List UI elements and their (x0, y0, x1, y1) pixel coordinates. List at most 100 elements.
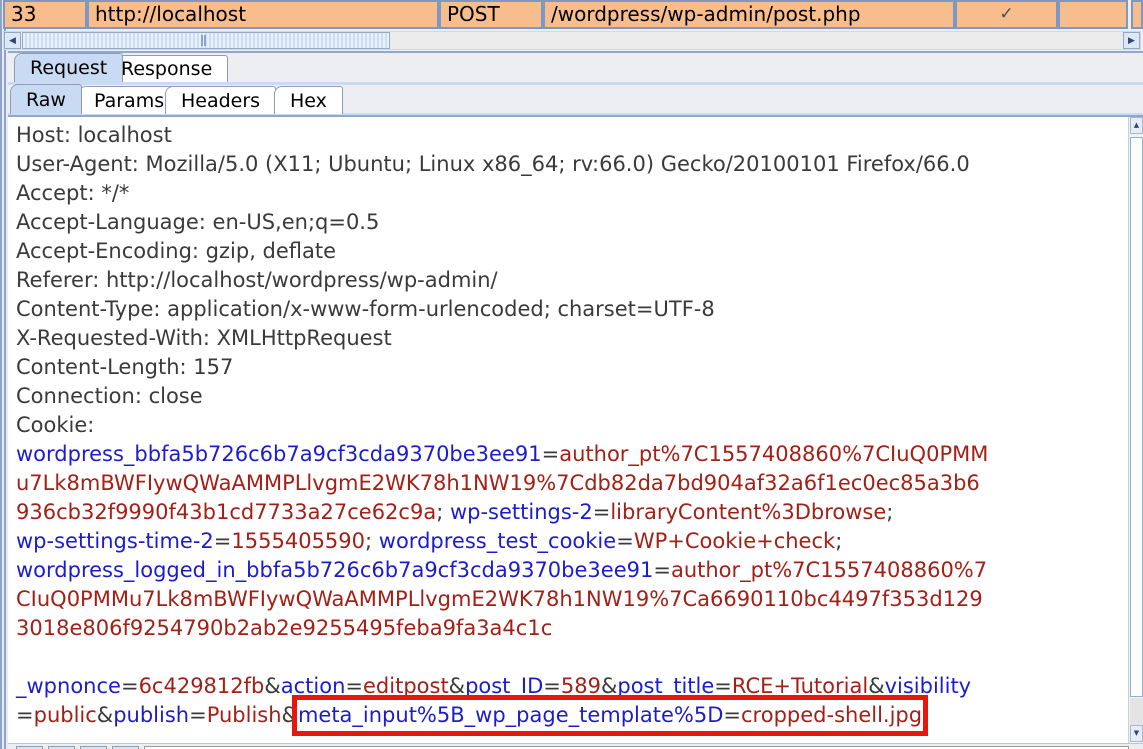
param-name: wp-settings-time-2 (16, 529, 214, 553)
plain-text: ; (835, 529, 842, 553)
window-left-edge (0, 0, 8, 749)
param-value: author_pt%7C1557408860%7 (671, 558, 987, 582)
plain-text: Accept-Encoding: gzip, deflate (16, 239, 336, 263)
plain-text: Connection: close (16, 384, 203, 408)
param-name: wordpress_test_cookie (379, 529, 616, 553)
horizontal-scrollbar[interactable]: ◀ ▶ (3, 31, 1141, 50)
plain-text: & (97, 703, 113, 727)
request-line: X-Requested-With: XMLHttpRequest (16, 324, 1128, 353)
plain-text: = (593, 500, 611, 524)
plain-text: & (282, 703, 298, 727)
tab-raw[interactable]: Raw (10, 84, 82, 114)
param-name: post_title (617, 674, 714, 698)
request-line: wordpress_logged_in_bbfa5b726c6b7a9cf3cd… (16, 556, 1128, 585)
vertical-scrollbar[interactable]: ▲ ▼ (1128, 117, 1143, 743)
horizontal-scrollbar-thumb[interactable] (22, 32, 390, 49)
tab-content-border (8, 82, 1143, 85)
scroll-right-button[interactable]: ▶ (1123, 32, 1140, 49)
param-name: _wpnonce (16, 674, 121, 698)
plain-text: & (601, 674, 617, 698)
param-value: 6c429812fb (139, 674, 265, 698)
panel-divider (0, 51, 1143, 53)
tab-hex[interactable]: Hex (274, 86, 343, 114)
plain-text: & (449, 674, 465, 698)
request-line: Connection: close (16, 382, 1128, 411)
url-cell[interactable]: /wordpress/wp-admin/post.php (543, 0, 955, 29)
scroll-up-button[interactable]: ▲ (1130, 117, 1143, 134)
editor-search-bar (8, 743, 1143, 749)
request-line: Accept: */* (16, 179, 1128, 208)
tab-headers[interactable]: Headers (165, 86, 276, 114)
param-value: libraryContent%3Dbrowse (610, 500, 886, 524)
vertical-scrollbar-thumb[interactable] (1130, 137, 1143, 697)
plain-text: = (16, 703, 34, 727)
param-value: author_pt%7C1557408860%7CIuQ0PMM (559, 442, 988, 466)
editor-top-border (8, 115, 1143, 117)
plain-text: = (714, 674, 732, 698)
request-line: Host: localhost (16, 121, 1128, 150)
request-line: _wpnonce=6c429812fb&action=editpost&post… (16, 672, 1128, 701)
plain-text: ; (365, 529, 379, 553)
param-name: action (281, 674, 346, 698)
param-name: publish (113, 703, 189, 727)
request-line: wp-settings-time-2=1555405590; wordpress… (16, 527, 1128, 556)
plain-text: = (653, 558, 671, 582)
request-editor[interactable]: Host: localhost User-Agent: Mozilla/5.0 (… (8, 117, 1128, 743)
plain-text: = (542, 442, 560, 466)
plain-text: & (264, 674, 280, 698)
plain-text: = (616, 529, 634, 553)
param-name: wp-settings-2 (450, 500, 593, 524)
plain-text: Content-Type: application/x-www-form-url… (16, 297, 715, 321)
trailing-cell (1131, 0, 1143, 29)
http-history-row[interactable]: 33 http://localhost POST /wordpress/wp-a… (3, 0, 1143, 29)
plain-text: Host: localhost (16, 123, 172, 147)
request-line (16, 643, 1128, 672)
request-line: u7Lk8mBWFIywQWaAMMPLlvgmE2WK78h1NW19%7Cd… (16, 469, 1128, 498)
status-check-cell[interactable]: ✓ (955, 0, 1058, 29)
scrollbar-grip-icon (201, 35, 206, 46)
plain-text: ; (886, 500, 893, 524)
param-value: u7Lk8mBWFIywQWaAMMPLlvgmE2WK78h1NW19%7Cd… (16, 471, 980, 495)
plain-text: = (189, 703, 207, 727)
param-value: Publish (207, 703, 282, 727)
request-id-cell[interactable]: 33 (3, 0, 87, 29)
extra-cell[interactable] (1058, 0, 1128, 29)
plain-text: Accept: */* (16, 181, 129, 205)
param-name: post_ID (465, 674, 543, 698)
vertical-scrollbar-track[interactable] (1130, 698, 1143, 725)
param-name: visibility (885, 674, 972, 698)
host-cell[interactable]: http://localhost (87, 0, 439, 29)
request-line: Accept-Encoding: gzip, deflate (16, 237, 1128, 266)
right-arrow-icon: ▶ (1128, 36, 1135, 46)
request-line: 3018e806f9254790b2ab2e9255495feba9fa3a4c… (16, 614, 1128, 643)
plain-text: Content-Length: 157 (16, 355, 233, 379)
request-line: CIuQ0PMMu7Lk8mBWFIywQWaAMMPLlvgmE2WK78h1… (16, 585, 1128, 614)
param-value: 936cb32f9990f43b1cd7733a27ce62c9a (16, 500, 436, 524)
down-arrow-icon: ▼ (1134, 729, 1139, 737)
param-name: wordpress_logged_in_bbfa5b726c6b7a9cf3cd… (16, 558, 653, 582)
plain-text: = (543, 674, 561, 698)
param-value: WP+Cookie+check (634, 529, 835, 553)
param-name: meta_input%5B_wp_page_template%5D (298, 703, 723, 727)
scroll-left-button[interactable]: ◀ (4, 32, 21, 49)
method-cell[interactable]: POST (439, 0, 543, 29)
tab-response[interactable]: Response (105, 55, 228, 82)
plain-text: User-Agent: Mozilla/5.0 (X11; Ubuntu; Li… (16, 152, 970, 176)
request-line: Cookie: (16, 411, 1128, 440)
request-line: 936cb32f9990f43b1cd7733a27ce62c9a; wp-se… (16, 498, 1128, 527)
param-value: cropped-shell.jpg (741, 703, 922, 727)
plain-text: ; (436, 500, 450, 524)
plain-text: = (121, 674, 139, 698)
request-line: wordpress_bbfa5b726c6b7a9cf3cda9370be3ee… (16, 440, 1128, 469)
scroll-down-button[interactable]: ▼ (1130, 725, 1143, 742)
tab-request[interactable]: Request (14, 53, 123, 82)
plain-text: X-Requested-With: XMLHttpRequest (16, 326, 392, 350)
plain-text: & (868, 674, 884, 698)
plain-text: = (214, 529, 232, 553)
plain-text: Cookie: (16, 413, 94, 437)
request-line: =public&publish=Publish&meta_input%5B_wp… (16, 701, 1128, 730)
request-line: Accept-Language: en-US,en;q=0.5 (16, 208, 1128, 237)
plain-text: Referer: http://localhost/wordpress/wp-a… (16, 268, 498, 292)
param-value: editpost (363, 674, 449, 698)
param-value: 3018e806f9254790b2ab2e9255495feba9fa3a4c… (16, 616, 552, 640)
